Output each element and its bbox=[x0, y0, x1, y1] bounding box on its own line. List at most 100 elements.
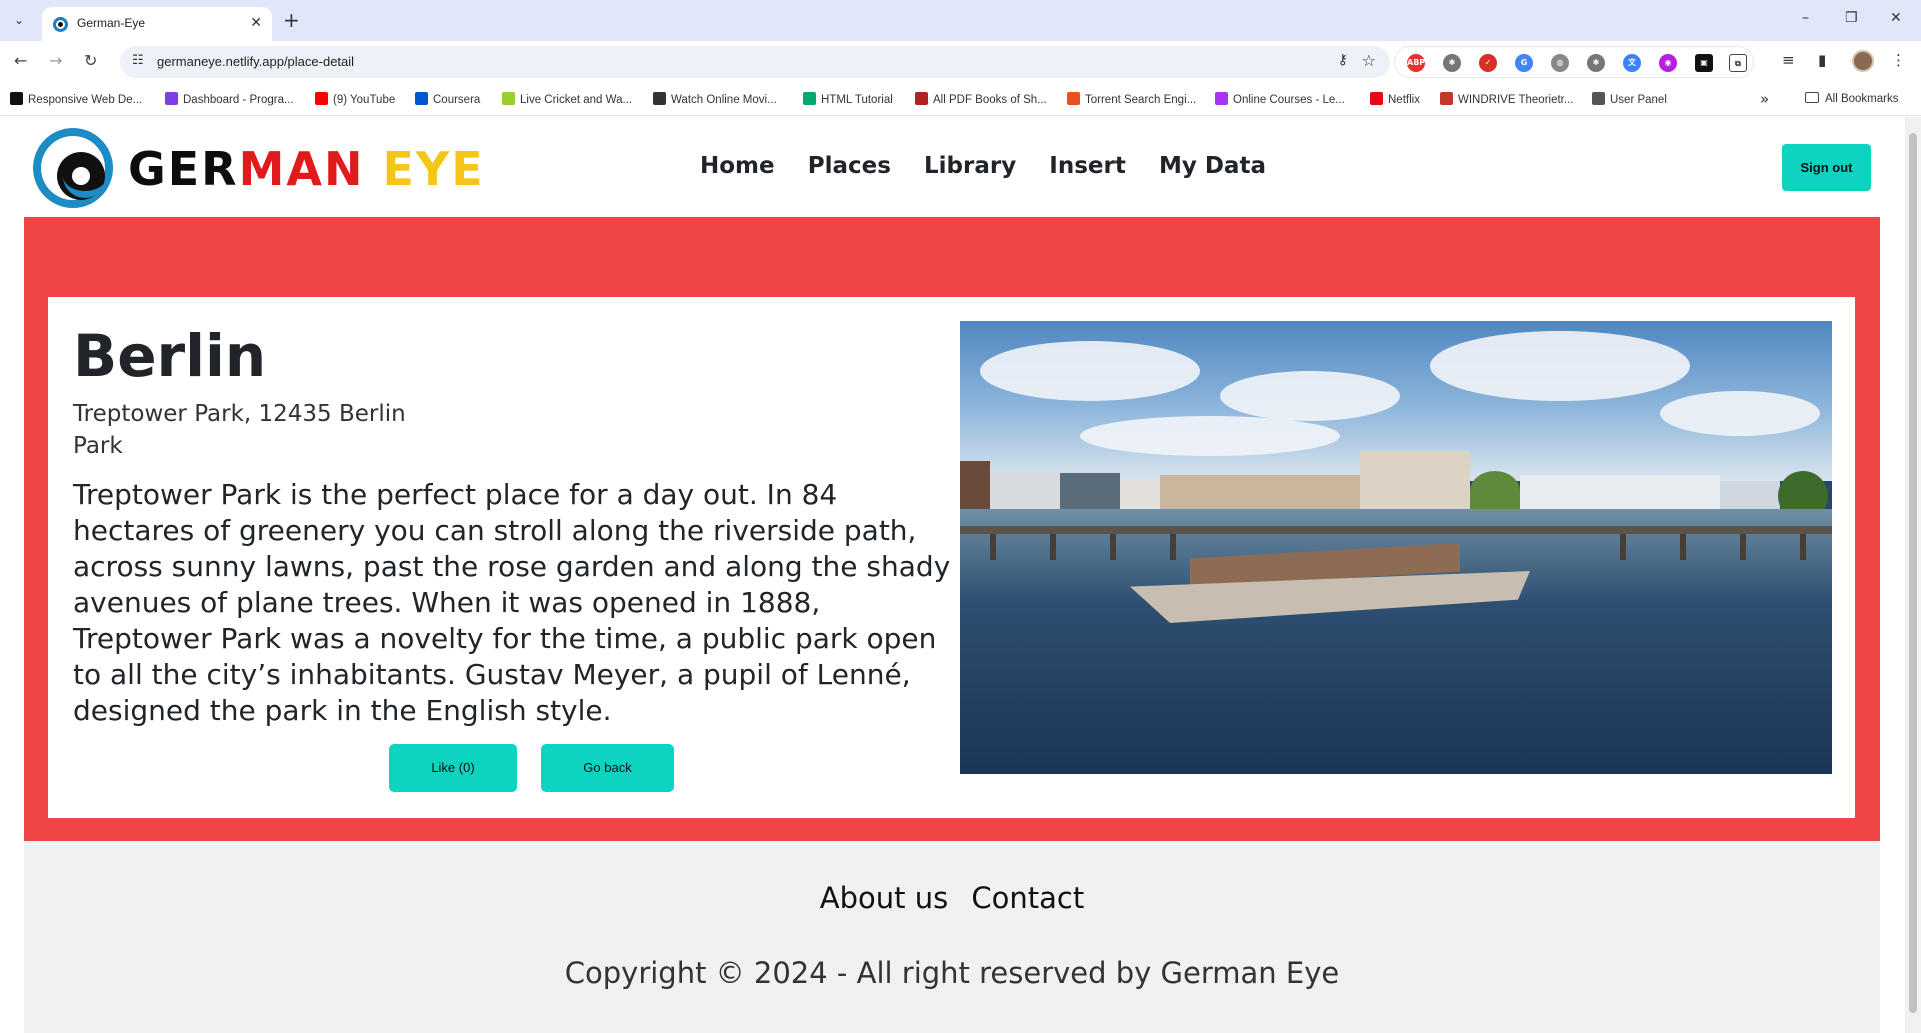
site-favicon-icon bbox=[53, 17, 68, 32]
bookmark-item[interactable]: Torrent Search Engi... bbox=[1067, 92, 1196, 106]
folder-icon bbox=[1805, 92, 1819, 103]
bookmark-label: Live Cricket and Wa... bbox=[520, 94, 633, 106]
bookmark-item[interactable]: (9) YouTube bbox=[315, 92, 395, 106]
media-queue-icon[interactable]: ≡ bbox=[1782, 51, 1795, 69]
minimize-icon[interactable]: – bbox=[1802, 10, 1809, 26]
place-category: Park bbox=[73, 433, 123, 459]
forward-arrow-icon[interactable]: → bbox=[49, 51, 62, 70]
bookmark-favicon-icon bbox=[653, 92, 666, 105]
nav-places[interactable]: Places bbox=[808, 153, 891, 179]
window-close-icon[interactable]: ✕ bbox=[1890, 10, 1902, 26]
nav-home[interactable]: Home bbox=[700, 153, 775, 179]
bookmark-label: User Panel bbox=[1610, 94, 1667, 106]
extension-bug-icon[interactable]: ✱ bbox=[1443, 54, 1461, 72]
bookmarks-overflow-icon[interactable]: » bbox=[1760, 90, 1769, 108]
bookmark-favicon-icon bbox=[165, 92, 178, 105]
bookmark-favicon-icon bbox=[502, 92, 515, 105]
browser-tabstrip: ⌄ German-Eye ✕ + – ❐ ✕ bbox=[0, 0, 1921, 41]
bookmark-favicon-icon bbox=[803, 92, 816, 105]
logo-part-man: MAN bbox=[238, 142, 365, 196]
logo-wordmark[interactable]: GERMAN EYE bbox=[128, 142, 485, 196]
bookmark-item[interactable]: Dashboard - Progra... bbox=[165, 92, 294, 106]
bookmark-item[interactable]: Coursera bbox=[415, 92, 480, 106]
bookmark-label: Netflix bbox=[1388, 94, 1420, 106]
restore-icon[interactable]: ❐ bbox=[1845, 10, 1858, 26]
tab-close-icon[interactable]: ✕ bbox=[250, 15, 262, 31]
extension-translate2-icon[interactable]: 文 bbox=[1623, 54, 1641, 72]
go-back-button[interactable]: Go back bbox=[541, 744, 674, 792]
bookmark-item[interactable]: Online Courses - Le... bbox=[1215, 92, 1345, 106]
bookmark-favicon-icon bbox=[1067, 92, 1080, 105]
nav-library[interactable]: Library bbox=[924, 153, 1016, 179]
bookmark-item[interactable]: All PDF Books of Sh... bbox=[915, 92, 1047, 106]
bookmark-label: Responsive Web De... bbox=[28, 94, 143, 106]
place-card: Berlin Treptower Park, 12435 Berlin Park… bbox=[48, 297, 1855, 818]
bookmarks-bar: » All Bookmarks Responsive Web De... Dash… bbox=[0, 82, 1921, 116]
site-info-icon[interactable]: ☷ bbox=[132, 53, 144, 68]
sign-out-button[interactable]: Sign out bbox=[1782, 144, 1871, 191]
footer-about-link[interactable]: About us bbox=[820, 881, 948, 915]
tab-search-chevron-icon[interactable]: ⌄ bbox=[8, 9, 30, 31]
all-bookmarks-label: All Bookmarks bbox=[1825, 93, 1899, 105]
scrollbar-thumb[interactable] bbox=[1909, 133, 1917, 1013]
bookmark-item[interactable]: HTML Tutorial bbox=[803, 92, 893, 106]
bookmark-favicon-icon bbox=[415, 92, 428, 105]
bookmark-label: Torrent Search Engi... bbox=[1085, 94, 1197, 106]
bookmark-favicon-icon bbox=[915, 92, 928, 105]
bookmark-label: All PDF Books of Sh... bbox=[933, 94, 1047, 106]
place-photo bbox=[960, 321, 1832, 774]
password-key-icon[interactable]: ⚷ bbox=[1338, 52, 1348, 68]
bookmark-item[interactable]: WINDRIVE Theorietr... bbox=[1440, 92, 1573, 106]
extension-bug2-icon[interactable]: ✱ bbox=[1587, 54, 1605, 72]
footer-links: About us Contact bbox=[24, 881, 1880, 915]
bookmark-favicon-icon bbox=[1215, 92, 1228, 105]
bookmark-item[interactable]: Live Cricket and Wa... bbox=[502, 92, 632, 106]
adblock-extension-icon[interactable]: ABP bbox=[1407, 54, 1425, 72]
bookmark-item[interactable]: User Panel bbox=[1592, 92, 1667, 106]
site-footer: About us Contact Copyright © 2024 - All … bbox=[24, 841, 1880, 1033]
bookmark-item[interactable]: Netflix bbox=[1370, 92, 1420, 106]
bookmark-label: WINDRIVE Theorietr... bbox=[1458, 94, 1574, 106]
browser-toolbar: ← → ↻ ☷ germaneye.netlify.app/place-deta… bbox=[0, 41, 1921, 82]
address-url[interactable]: germaneye.netlify.app/place-detail bbox=[157, 54, 354, 69]
side-panel-icon[interactable]: ▮ bbox=[1818, 51, 1826, 69]
bookmark-favicon-icon bbox=[10, 92, 23, 105]
back-arrow-icon[interactable]: ← bbox=[14, 51, 27, 70]
bookmark-label: Dashboard - Progra... bbox=[183, 94, 294, 106]
profile-avatar[interactable] bbox=[1852, 50, 1874, 72]
address-bar[interactable]: ☷ germaneye.netlify.app/place-detail ⚷ ☆ bbox=[120, 46, 1390, 78]
main-nav: Home Places Library Insert My Data bbox=[700, 153, 1294, 179]
bookmark-item[interactable]: Responsive Web De... bbox=[10, 92, 142, 106]
footer-contact-link[interactable]: Contact bbox=[971, 881, 1084, 915]
browser-tab[interactable]: German-Eye ✕ bbox=[42, 7, 272, 41]
extension-purple-icon[interactable]: ◉ bbox=[1659, 54, 1677, 72]
bookmark-label: (9) YouTube bbox=[333, 94, 396, 106]
logo-eye-icon[interactable] bbox=[33, 128, 113, 208]
bookmark-item[interactable]: Watch Online Movi... bbox=[653, 92, 777, 106]
copyright-text: Copyright © 2024 - All right reserved by… bbox=[564, 956, 1340, 990]
browser-menu-icon[interactable]: ⋮ bbox=[1891, 51, 1906, 69]
logo-part-eye: EYE bbox=[382, 142, 485, 196]
place-description: Treptower Park is the perfect place for … bbox=[73, 478, 951, 727]
site-header: GERMAN EYE Home Places Library Insert My… bbox=[0, 117, 1905, 217]
nav-insert[interactable]: Insert bbox=[1049, 153, 1126, 179]
bookmark-label: Coursera bbox=[433, 94, 481, 106]
extension-dark-icon[interactable]: ▣ bbox=[1695, 54, 1713, 72]
translate-extension-icon[interactable]: G bbox=[1515, 54, 1533, 72]
new-tab-plus-icon[interactable]: + bbox=[283, 8, 300, 32]
extensions-puzzle-icon[interactable]: ⧉ bbox=[1729, 54, 1747, 72]
globe-extension-icon[interactable]: ◍ bbox=[1551, 54, 1569, 72]
page-scrollbar[interactable] bbox=[1905, 117, 1921, 1033]
tab-title: German-Eye bbox=[77, 16, 146, 30]
reload-icon[interactable]: ↻ bbox=[84, 51, 97, 70]
logo-part-ger: GER bbox=[128, 142, 239, 196]
extensions-area: ABP ✱ ✓ G ◍ ✱ 文 ◉ ▣ ⧉ bbox=[1394, 46, 1754, 78]
place-title: Berlin bbox=[73, 322, 267, 390]
nav-my-data[interactable]: My Data bbox=[1159, 153, 1266, 179]
extension-badge-icon[interactable]: ✓ bbox=[1479, 54, 1497, 72]
bookmark-label: Watch Online Movi... bbox=[671, 94, 777, 106]
bookmark-star-icon[interactable]: ☆ bbox=[1362, 51, 1376, 70]
like-button[interactable]: Like (0) bbox=[389, 744, 517, 792]
place-address: Treptower Park, 12435 Berlin bbox=[73, 401, 406, 427]
all-bookmarks[interactable]: All Bookmarks bbox=[1805, 92, 1899, 105]
